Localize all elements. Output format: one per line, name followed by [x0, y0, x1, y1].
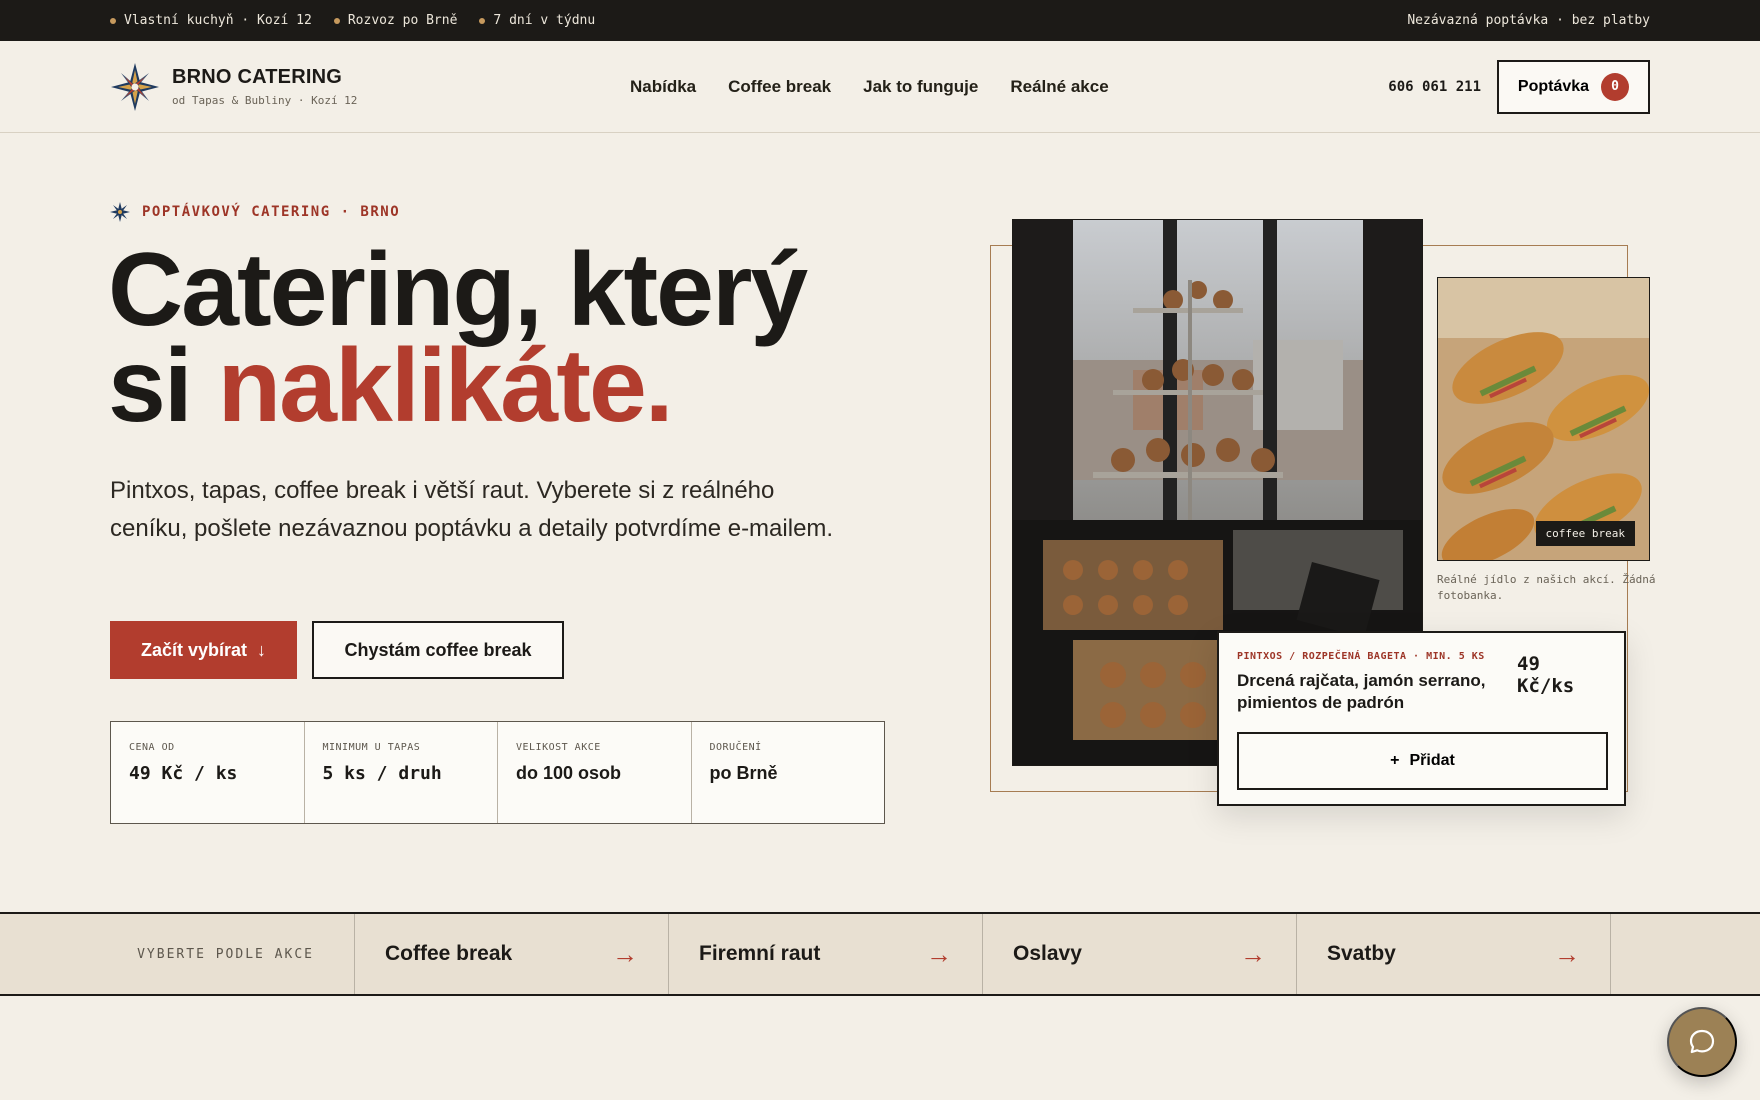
- category-parties[interactable]: Oslavy →: [983, 914, 1297, 994]
- inquiry-count-badge: 0: [1601, 72, 1630, 101]
- coffee-break-photo: coffee break: [1437, 277, 1650, 561]
- inquiry-cart-button[interactable]: Poptávka 0: [1497, 59, 1650, 114]
- strip-label: VYBERTE PODLE AKCE: [0, 914, 355, 994]
- fact-label: VELIKOST AKCE: [516, 742, 601, 753]
- brand-link[interactable]: BRNO CATERING od Tapas & Bubliny · Kozí …: [110, 62, 630, 112]
- photo-caption: Reálné jídlo z našich akcí. Žádná fotoba…: [1437, 573, 1656, 602]
- fact-label: CENA OD: [129, 742, 175, 753]
- top-info-list: Vlastní kuchyň · Kozí 12 Rozvoz po Brně …: [110, 13, 595, 28]
- hero-eyebrow: POPTÁVKOVÝ CATERING · BRNO: [110, 202, 400, 222]
- key-facts: CENA OD 49 Kč / ks MINIMUM U TAPAS 5 ks …: [110, 721, 885, 824]
- product-card-text: PINTXOS / ROZPEČENÁ BAGETA · MIN. 5 KS D…: [1237, 651, 1517, 714]
- fact-value: po Brně: [709, 763, 778, 783]
- hero-headline: Catering, který si naklikáte.: [108, 238, 928, 438]
- top-info-bar: Vlastní kuchyň · Kozí 12 Rozvoz po Brně …: [0, 0, 1760, 41]
- category-label: Firemní raut: [699, 942, 821, 965]
- arrow-right-icon: →: [1240, 938, 1266, 969]
- event-category-strip: VYBERTE PODLE AKCE Coffee break → Firemn…: [0, 912, 1760, 996]
- croissant-photo-illustration: [1438, 278, 1649, 560]
- product-card: PINTXOS / ROZPEČENÁ BAGETA · MIN. 5 KS D…: [1217, 631, 1626, 806]
- top-info-right: Nezávazná poptávka · bez platby: [1407, 13, 1650, 28]
- site-header: BRNO CATERING od Tapas & Bubliny · Kozí …: [0, 41, 1760, 133]
- fact-event-size: VELIKOST AKCE do 100 osob: [498, 722, 692, 823]
- top-info-item: Vlastní kuchyň · Kozí 12: [110, 13, 312, 28]
- category-corporate-reception[interactable]: Firemní raut →: [669, 914, 983, 994]
- category-label: Oslavy: [1013, 942, 1082, 965]
- fact-value: 49 Kč / ks: [129, 763, 238, 784]
- hero-lead: Pintxos, tapas, coffee break i větší rau…: [110, 477, 834, 542]
- category-label: Coffee break: [385, 942, 513, 965]
- fact-value: 5 ks / druh: [322, 763, 442, 784]
- star-small-icon: [110, 202, 130, 222]
- fact-value: do 100 osob: [516, 763, 622, 783]
- fact-delivery: DORUČENÍ po Brně: [692, 722, 885, 823]
- coffee-break-button[interactable]: Chystám coffee break: [312, 621, 564, 679]
- arrow-right-icon: →: [926, 938, 952, 969]
- fact-price: CENA OD 49 Kč / ks: [111, 722, 305, 823]
- chat-bubble-icon: [1689, 1029, 1715, 1054]
- chat-button[interactable]: [1667, 1007, 1737, 1077]
- category-label: Svatby: [1327, 942, 1396, 965]
- brand-text: BRNO CATERING od Tapas & Bubliny · Kozí …: [172, 66, 357, 107]
- fact-label: DORUČENÍ: [709, 742, 762, 753]
- start-selecting-button[interactable]: Začít vybírat ↓: [110, 621, 297, 679]
- nav-item-offer[interactable]: Nabídka: [630, 77, 696, 97]
- product-category: PINTXOS / ROZPEČENÁ BAGETA · MIN. 5 KS: [1237, 651, 1485, 662]
- product-name: Drcená rajčata, jamón serrano, pimientos…: [1237, 671, 1486, 712]
- nav-item-real-events[interactable]: Reálné akce: [1010, 77, 1108, 97]
- category-coffee-break[interactable]: Coffee break →: [355, 914, 669, 994]
- arrow-right-icon: →: [1554, 938, 1580, 969]
- headline-line-2a: si: [108, 328, 218, 444]
- arrow-down-icon: ↓: [257, 639, 267, 660]
- add-label: Přidat: [1409, 752, 1455, 769]
- main-nav: Nabídka Coffee break Jak to funguje Reál…: [630, 77, 1109, 97]
- headline-accent: naklikáte.: [217, 328, 674, 444]
- nav-item-coffee-break[interactable]: Coffee break: [728, 77, 831, 97]
- header-actions: 606 061 211 Poptávka 0: [1388, 59, 1650, 114]
- product-price: 49 Kč/ks: [1517, 653, 1575, 697]
- brand-subtitle: od Tapas & Bubliny · Kozí 12: [172, 94, 358, 107]
- top-info-item: 7 dní v týdnu: [479, 13, 595, 28]
- star-logo-icon: [111, 62, 159, 111]
- inquiry-label: Poptávka: [1517, 77, 1590, 95]
- coffee-break-tag: coffee break: [1535, 521, 1635, 546]
- plus-icon: +: [1390, 752, 1400, 769]
- brand-name: BRNO CATERING: [172, 66, 343, 88]
- arrow-right-icon: →: [612, 938, 638, 969]
- start-selecting-label: Začít vybírat: [140, 639, 248, 660]
- nav-item-how-it-works[interactable]: Jak to funguje: [863, 77, 978, 97]
- top-info-item: Rozvoz po Brně: [333, 13, 457, 28]
- phone-link[interactable]: 606 061 211: [1388, 79, 1481, 95]
- category-weddings[interactable]: Svatby →: [1297, 914, 1611, 994]
- add-to-inquiry-button[interactable]: + Přidat: [1237, 732, 1608, 790]
- product-card-top: PINTXOS / ROZPEČENÁ BAGETA · MIN. 5 KS D…: [1237, 651, 1606, 714]
- fact-label: MINIMUM U TAPAS: [322, 742, 421, 753]
- bullet-icon: [333, 17, 340, 24]
- bullet-icon: [110, 17, 116, 24]
- eyebrow-text: POPTÁVKOVÝ CATERING · BRNO: [142, 204, 401, 220]
- fact-minimum: MINIMUM U TAPAS 5 ks / druh: [305, 722, 498, 823]
- bullet-icon: [479, 17, 486, 24]
